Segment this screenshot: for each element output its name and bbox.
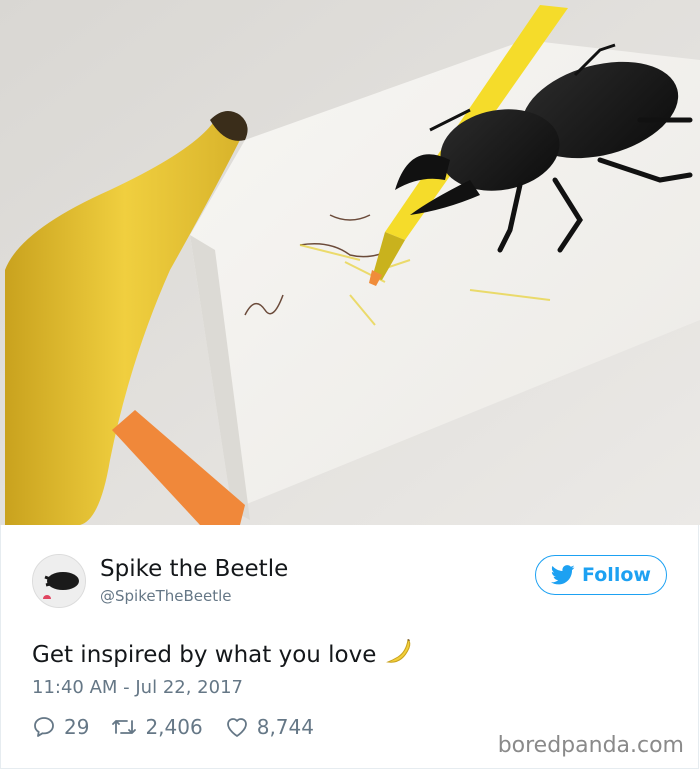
banana-emoji-icon: [384, 638, 414, 672]
like-action[interactable]: 8,744: [225, 715, 314, 739]
retweet-action[interactable]: 2,406: [111, 715, 203, 739]
tweet-photo[interactable]: [0, 0, 700, 525]
avatar[interactable]: [32, 554, 86, 608]
display-name[interactable]: Spike the Beetle: [100, 556, 288, 582]
reply-action[interactable]: 29: [32, 715, 89, 739]
heart-icon: [226, 718, 247, 737]
retweet-count: 2,406: [145, 715, 203, 739]
user-handle[interactable]: @SpikeTheBeetle: [100, 587, 232, 605]
reply-icon: [34, 717, 54, 737]
follow-label: Follow: [582, 564, 651, 586]
tweet-actions: 29 2,406 8,744: [32, 712, 336, 742]
retweet-icon: [112, 720, 137, 734]
watermark: boredpanda.com: [497, 733, 684, 758]
follow-button[interactable]: Follow: [535, 555, 667, 595]
twitter-bird-icon: [551, 565, 575, 585]
tweet-text-content: Get inspired by what you love: [32, 642, 377, 668]
tweet-timestamp[interactable]: 11:40 AM - Jul 22, 2017: [32, 677, 243, 698]
tweet-text: Get inspired by what you love: [32, 638, 414, 672]
like-count: 8,744: [256, 715, 314, 739]
reply-count: 29: [64, 715, 90, 739]
